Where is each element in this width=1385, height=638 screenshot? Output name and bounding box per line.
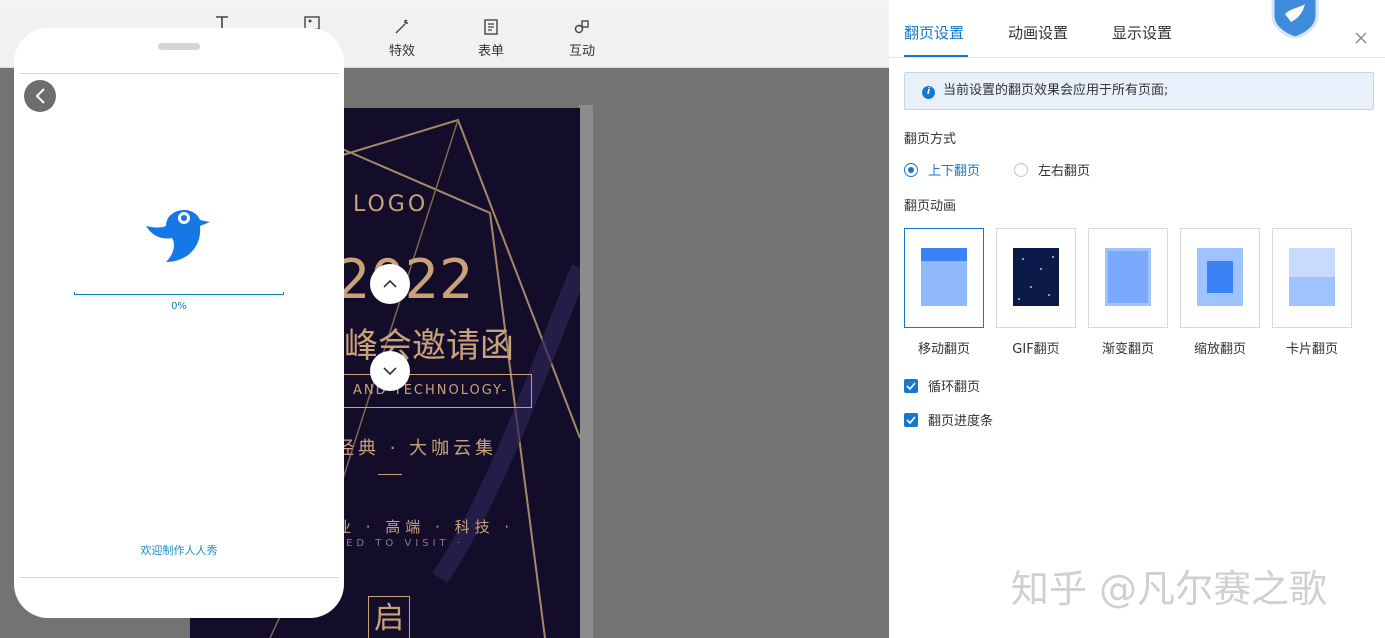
anim-option-card[interactable] [1272, 228, 1352, 328]
poster-visit-text: TED TO VISIT · [336, 538, 465, 549]
bird-logo-icon [146, 209, 210, 262]
flip-mode-label: 翻页方式 [904, 132, 957, 147]
poster-hightech-text: 业 · 高端 · 科技 · [336, 518, 515, 536]
tab-flip-settings[interactable]: 翻页设置 [904, 22, 964, 43]
checkbox-loop-flip[interactable]: 循环翻页 [904, 376, 980, 395]
anim-option-zoom[interactable] [1180, 228, 1260, 328]
phone-speaker [158, 43, 200, 50]
anim-label-zoom: 缩放翻页 [1193, 342, 1246, 357]
loading-progress-bar [74, 292, 284, 295]
poster-title: 峰会邀请函 [344, 326, 514, 366]
form-icon [484, 19, 498, 35]
checkbox-box [904, 378, 918, 393]
poster-tech-banner: AND TECHNOLOGY- [340, 374, 532, 408]
page-up-button[interactable] [370, 264, 410, 304]
checkbox-box [904, 412, 918, 427]
radio-dot [1014, 162, 1028, 177]
chevron-left-icon [35, 88, 45, 104]
anim-option-fade[interactable] [1088, 228, 1168, 328]
poster-classic-text: 经典 · 大咖云集 [336, 438, 498, 459]
checkmark-icon [906, 415, 916, 424]
flip-animation-label: 翻页动画 [904, 199, 957, 214]
anim-option-move[interactable] [904, 228, 984, 328]
notice-text: 当前设置的翻页效果会应用于所有页面; [943, 83, 1169, 98]
toolbar-form-button[interactable]: 表单 [461, 18, 521, 59]
card-flip-preview [1289, 248, 1335, 306]
anim-label-gif: GIF翻页 [1012, 342, 1060, 357]
loading-progress-text: 0% [171, 301, 187, 312]
interact-icon [574, 20, 589, 34]
checkmark-icon [906, 381, 916, 390]
magic-wand-icon [395, 19, 408, 34]
checkbox-flip-progress[interactable]: 翻页进度条 [904, 410, 993, 429]
fade-flip-preview [1105, 248, 1151, 306]
page-down-button[interactable] [370, 351, 410, 391]
notice-banner: i 当前设置的翻页效果会应用于所有页面; [904, 72, 1374, 110]
info-icon: i [922, 86, 935, 99]
top-strip [0, 0, 889, 8]
phone-top-divider [19, 73, 339, 74]
close-icon[interactable] [1353, 30, 1369, 46]
chevron-up-icon [383, 279, 397, 288]
anim-label-fade: 渐变翻页 [1101, 342, 1154, 357]
poster-divider [378, 474, 402, 475]
back-button[interactable] [24, 80, 56, 112]
radio-horizontal-flip[interactable]: 左右翻页 [1014, 160, 1090, 179]
watermark-text: 知乎 @凡尔赛之歌 [1011, 567, 1328, 611]
chevron-down-icon [383, 367, 397, 376]
tab-display-settings[interactable]: 显示设置 [1112, 22, 1172, 43]
active-tab-indicator [904, 55, 968, 57]
radio-vertical-flip[interactable]: 上下翻页 [904, 160, 980, 179]
gif-flip-preview [1013, 248, 1059, 306]
shield-logo-icon [1271, 0, 1319, 38]
toolbar-interact-button[interactable]: 互动 [552, 18, 612, 59]
anim-label-card: 卡片翻页 [1285, 342, 1338, 357]
radio-dot [904, 162, 918, 177]
settings-panel: 翻页设置 动画设置 显示设置 i 当前设置的翻页效果会应用于所有页面; 翻页方式… [889, 0, 1385, 638]
phone-preview: 0% 欢迎制作人人秀 [14, 28, 344, 618]
anim-label-move: 移动翻页 [917, 342, 970, 357]
anim-option-gif[interactable] [996, 228, 1076, 328]
toolbar-effects-button[interactable]: 特效 [372, 18, 432, 59]
poster-shadow [579, 105, 593, 638]
poster-logo: LOGO [353, 192, 429, 217]
poster-start-badge: 启 [368, 596, 410, 638]
welcome-text: 欢迎制作人人秀 [140, 544, 218, 557]
zoom-flip-preview [1197, 248, 1243, 306]
move-flip-preview [921, 248, 967, 306]
phone-bottom-divider [19, 577, 339, 578]
tab-animation-settings[interactable]: 动画设置 [1008, 22, 1068, 43]
